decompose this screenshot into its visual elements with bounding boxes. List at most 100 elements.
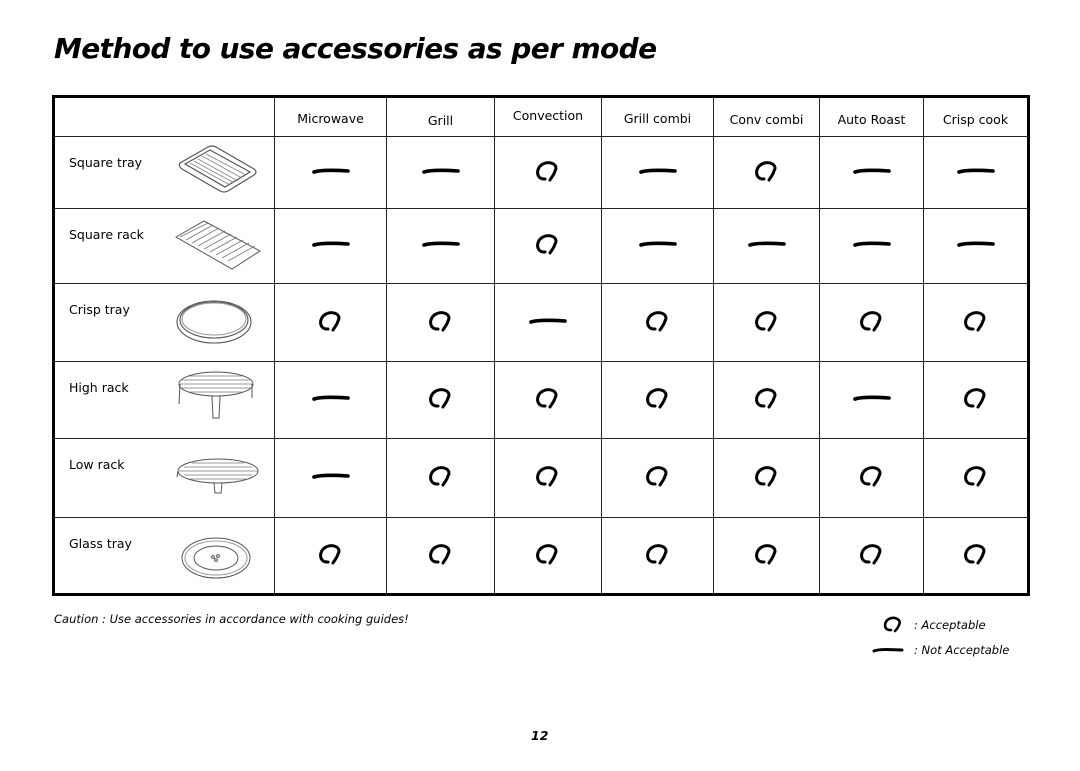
compatibility-cell bbox=[601, 361, 714, 439]
compatibility-cell bbox=[601, 208, 714, 284]
not-acceptable-icon bbox=[852, 159, 892, 183]
compatibility-cell bbox=[819, 438, 924, 518]
compatibility-cell bbox=[274, 361, 387, 439]
compatibility-cell bbox=[494, 361, 602, 439]
table-row: High rack bbox=[53, 361, 1029, 439]
accessory-name: Square rack bbox=[69, 227, 144, 242]
compatibility-cell bbox=[274, 517, 387, 595]
not-acceptable-icon bbox=[638, 232, 678, 256]
accessory-cell: Glass tray bbox=[53, 517, 275, 595]
accessory-name: Square tray bbox=[69, 155, 143, 170]
acceptable-icon bbox=[528, 232, 568, 256]
table-row: Square tray bbox=[53, 136, 1029, 209]
not-acceptable-icon bbox=[747, 232, 787, 256]
acceptable-icon bbox=[852, 542, 892, 566]
column-header: Crisp cook bbox=[923, 96, 1029, 137]
accessory-mode-table: Microwave Grill Convection Grill combi C… bbox=[52, 95, 1030, 596]
page-number: 12 bbox=[531, 728, 549, 743]
acceptable-icon bbox=[638, 386, 678, 410]
legend-acceptable: : Acceptable bbox=[878, 612, 1009, 637]
legend-acceptable-label: : Acceptable bbox=[914, 617, 986, 632]
compatibility-cell bbox=[819, 361, 924, 439]
acceptable-icon bbox=[747, 309, 787, 333]
compatibility-cell bbox=[494, 208, 602, 284]
acceptable-icon bbox=[528, 542, 568, 566]
table-row: Low rack bbox=[53, 438, 1029, 518]
acceptable-icon bbox=[878, 616, 914, 634]
compatibility-cell bbox=[819, 208, 924, 284]
acceptable-icon bbox=[747, 542, 787, 566]
not-acceptable-icon bbox=[421, 232, 461, 256]
acceptable-icon bbox=[638, 464, 678, 488]
acceptable-icon bbox=[528, 386, 568, 410]
not-acceptable-icon bbox=[311, 464, 351, 488]
not-acceptable-icon bbox=[956, 159, 996, 183]
column-header: Auto Roast bbox=[819, 96, 924, 137]
legend-not-acceptable-label: : Not Acceptable bbox=[914, 642, 1010, 657]
acceptable-icon bbox=[747, 386, 787, 410]
column-header: Grill combi bbox=[601, 96, 714, 137]
acceptable-icon bbox=[638, 309, 678, 333]
acceptable-icon bbox=[528, 159, 568, 183]
acceptable-icon bbox=[956, 542, 996, 566]
acceptable-icon bbox=[421, 309, 461, 333]
accessory-cell: Square tray bbox=[53, 136, 275, 209]
compatibility-cell bbox=[923, 283, 1029, 362]
accessory-name: Crisp tray bbox=[69, 302, 130, 317]
acceptable-icon bbox=[956, 309, 996, 333]
compatibility-cell bbox=[923, 517, 1029, 595]
compatibility-cell bbox=[923, 361, 1029, 439]
acceptable-icon bbox=[956, 464, 996, 488]
acceptable-icon bbox=[852, 464, 892, 488]
compatibility-cell bbox=[601, 283, 714, 362]
compatibility-cell bbox=[386, 517, 495, 595]
acceptable-icon bbox=[421, 542, 461, 566]
compatibility-cell bbox=[274, 438, 387, 518]
page-title: Method to use accessories as per mode bbox=[54, 32, 657, 65]
compatibility-cell bbox=[386, 283, 495, 362]
column-header: Microwave bbox=[274, 96, 387, 137]
not-acceptable-icon bbox=[311, 386, 351, 410]
legend: : Acceptable : Not Acceptable bbox=[872, 612, 1010, 662]
acceptable-icon bbox=[852, 309, 892, 333]
accessory-cell: Low rack bbox=[53, 438, 275, 518]
compatibility-cell bbox=[386, 438, 495, 518]
compatibility-cell bbox=[386, 361, 495, 439]
compatibility-cell bbox=[923, 136, 1029, 209]
accessory-name: High rack bbox=[69, 380, 129, 395]
accessory-name: Glass tray bbox=[69, 536, 132, 551]
not-acceptable-icon bbox=[638, 159, 678, 183]
not-acceptable-icon bbox=[956, 232, 996, 256]
compatibility-cell bbox=[274, 283, 387, 362]
compatibility-cell bbox=[819, 517, 924, 595]
not-acceptable-icon bbox=[421, 159, 461, 183]
compatibility-cell bbox=[494, 283, 602, 362]
not-acceptable-icon bbox=[528, 309, 568, 333]
table-row: Square rack bbox=[53, 208, 1029, 284]
not-acceptable-icon bbox=[868, 641, 914, 659]
compatibility-cell bbox=[494, 136, 602, 209]
compatibility-cell bbox=[494, 517, 602, 595]
legend-not-acceptable: : Not Acceptable bbox=[872, 637, 1010, 662]
acceptable-icon bbox=[421, 464, 461, 488]
acceptable-icon bbox=[528, 464, 568, 488]
acceptable-icon bbox=[421, 386, 461, 410]
compatibility-cell bbox=[713, 283, 820, 362]
acceptable-icon bbox=[747, 464, 787, 488]
compatibility-cell bbox=[713, 517, 820, 595]
compatibility-cell bbox=[713, 361, 820, 439]
header-row: Microwave Grill Convection Grill combi C… bbox=[53, 96, 1029, 137]
compatibility-cell bbox=[386, 136, 495, 209]
not-acceptable-icon bbox=[311, 159, 351, 183]
column-header: Grill bbox=[386, 96, 495, 137]
compatibility-cell bbox=[819, 136, 924, 209]
compatibility-cell bbox=[494, 438, 602, 518]
column-header: Convection bbox=[494, 96, 602, 137]
column-header: Conv combi bbox=[713, 96, 820, 137]
acceptable-icon bbox=[956, 386, 996, 410]
acceptable-icon bbox=[311, 542, 351, 566]
not-acceptable-icon bbox=[852, 386, 892, 410]
acceptable-icon bbox=[638, 542, 678, 566]
compatibility-cell bbox=[713, 438, 820, 518]
caution-note: Caution : Use accessories in accordance … bbox=[54, 612, 409, 626]
